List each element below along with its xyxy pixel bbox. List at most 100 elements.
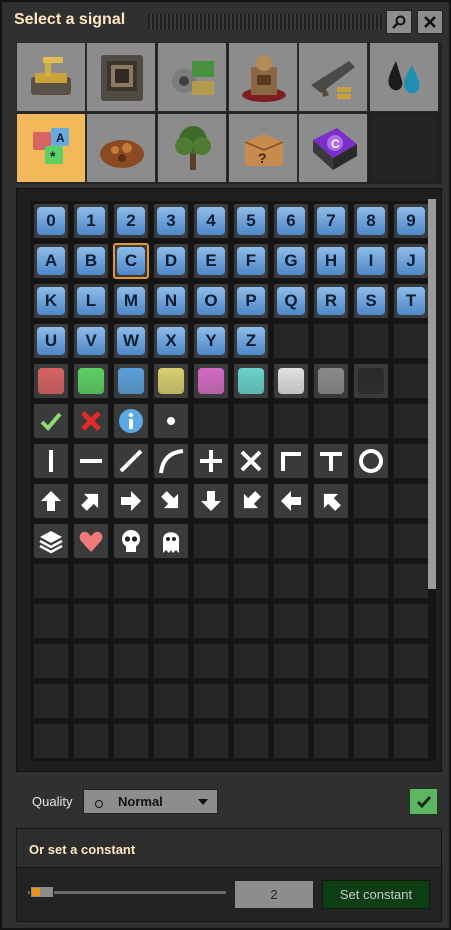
signal-b[interactable]: B [73,243,109,279]
title-bar[interactable]: Select a signal [8,8,443,36]
empty-slot [273,723,309,759]
signal-red[interactable] [33,363,69,399]
signal-green[interactable] [73,363,109,399]
signal-chip: B [77,247,105,275]
signal-arrow-right[interactable] [113,483,149,519]
signal-7[interactable]: 7 [313,203,349,239]
signal-dot[interactable] [153,403,189,439]
signal-white[interactable] [273,363,309,399]
signal-8[interactable]: 8 [353,203,389,239]
signal-arrow-down[interactable] [193,483,229,519]
empty-slot [393,643,429,679]
signal-curve[interactable] [153,443,189,479]
signal-a[interactable]: A [33,243,69,279]
signal-o[interactable]: O [193,283,229,319]
signal-heart[interactable] [73,523,109,559]
scrollbar-thumb[interactable] [428,199,436,589]
signal-j[interactable]: J [393,243,429,279]
drag-handle[interactable] [148,14,383,30]
signal-pink[interactable] [193,363,229,399]
signal-grey[interactable] [313,363,349,399]
close-button[interactable] [417,10,443,34]
tab-intermediates[interactable] [157,42,227,112]
tab-logistics[interactable] [16,42,86,112]
signal-corner[interactable] [273,443,309,479]
tab-signals[interactable]: A * [16,113,86,183]
signal-2[interactable]: 2 [113,203,149,239]
signal-s[interactable]: S [353,283,389,319]
signal-ghost[interactable] [153,523,189,559]
signal-g[interactable]: G [273,243,309,279]
signal-arrow-down-left[interactable] [233,483,269,519]
set-constant-button[interactable]: Set constant [322,880,430,909]
signal-q[interactable]: Q [273,283,309,319]
signal-cross[interactable] [233,443,269,479]
signal-arrow-up[interactable] [33,483,69,519]
empty-slot [353,643,389,679]
signal-c[interactable]: C [113,243,149,279]
signal-9[interactable]: 9 [393,203,429,239]
signal-0[interactable]: 0 [33,203,69,239]
signal-k[interactable]: K [33,283,69,319]
signal-h[interactable]: H [313,243,349,279]
tab-other[interactable]: C [298,113,368,183]
signal-diagonal-line[interactable] [113,443,149,479]
quality-dropdown[interactable]: Normal [83,789,218,814]
scrollbar[interactable] [428,199,436,761]
tab-combat[interactable] [298,42,368,112]
signal-cyan[interactable] [233,363,269,399]
tab-environment[interactable] [157,113,227,183]
signal-1[interactable]: 1 [73,203,109,239]
signal-deny[interactable] [73,403,109,439]
signal-horizontal-line[interactable] [73,443,109,479]
signal-info[interactable] [113,403,149,439]
signal-p[interactable]: P [233,283,269,319]
signal-circle[interactable] [353,443,389,479]
signal-y[interactable]: Y [193,323,229,359]
signal-n[interactable]: N [153,283,189,319]
signal-z[interactable]: Z [233,323,269,359]
signal-m[interactable]: M [113,283,149,319]
signal-arrow-up-right[interactable] [73,483,109,519]
signal-u[interactable]: U [33,323,69,359]
signal-5[interactable]: 5 [233,203,269,239]
signal-x[interactable]: X [153,323,189,359]
signal-plus[interactable] [193,443,229,479]
constant-slider-track[interactable] [28,891,226,894]
signal-6[interactable]: 6 [273,203,309,239]
signal-layers[interactable] [33,523,69,559]
tab-fluids[interactable] [369,42,439,112]
signal-check[interactable] [33,403,69,439]
tab-production[interactable] [86,42,156,112]
signal-v[interactable]: V [73,323,109,359]
signal-arrow-left[interactable] [273,483,309,519]
signal-blue[interactable] [113,363,149,399]
signal-t[interactable]: T [393,283,429,319]
signal-skull[interactable] [113,523,149,559]
signal-w[interactable]: W [113,323,149,359]
signal-vertical-line[interactable] [33,443,69,479]
signal-d[interactable]: D [153,243,189,279]
signal-arrow-up-left[interactable] [313,483,349,519]
signal-r[interactable]: R [313,283,349,319]
search-button[interactable] [386,10,412,34]
signal-e[interactable]: E [193,243,229,279]
empty-slot [313,603,349,639]
confirm-button[interactable] [409,788,438,815]
constant-value-field[interactable]: 2 [234,880,314,909]
signal-f[interactable]: F [233,243,269,279]
signal-3[interactable]: 3 [153,203,189,239]
signal-i[interactable]: I [353,243,389,279]
pink-swatch [198,368,224,394]
signal-black[interactable] [353,363,389,399]
signal-yellow[interactable] [153,363,189,399]
signal-l[interactable]: L [73,283,109,319]
signal-t-shape[interactable] [313,443,349,479]
constant-slider-handle[interactable] [30,886,54,898]
tab-enemies[interactable] [86,113,156,183]
tab-space[interactable] [228,42,298,112]
tab-unsorted[interactable]: ? [228,113,298,183]
signal-4[interactable]: 4 [193,203,229,239]
signal-arrow-down-right[interactable] [153,483,189,519]
empty-slot [393,563,429,599]
